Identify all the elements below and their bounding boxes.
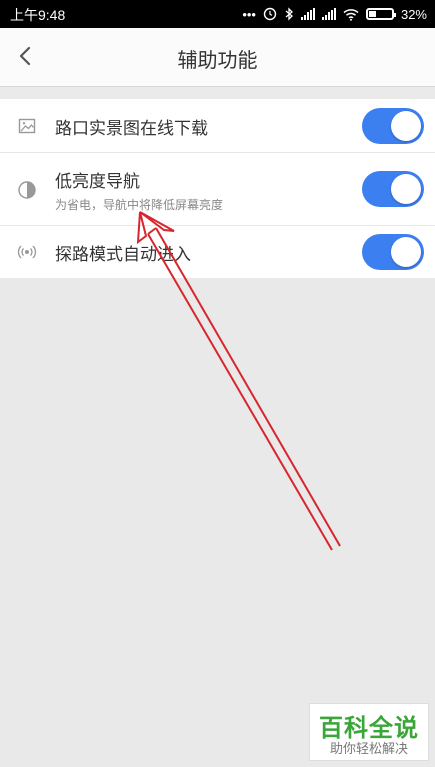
more-dots-icon: ••• [242, 6, 256, 22]
section-gap [0, 87, 435, 99]
watermark-logo: 百科全说 助你轻松解决 [309, 703, 429, 761]
broadcast-icon [17, 245, 37, 259]
signal-icon [300, 8, 315, 20]
image-icon [18, 118, 36, 134]
toggle-switch[interactable] [362, 171, 424, 207]
signal-icon [321, 8, 336, 20]
bluetooth-icon [285, 7, 293, 21]
header-bar: 辅助功能 [0, 28, 435, 87]
setting-row-crossing-image[interactable]: 路口实景图在线下载 [0, 99, 435, 153]
toggle-knob [391, 111, 421, 141]
setting-row-explore-mode[interactable]: 探路模式自动进入 [0, 226, 435, 278]
setting-row-low-brightness[interactable]: 低亮度导航 为省电，导航中将降低屏幕亮度 [0, 153, 435, 226]
status-icons: ••• 32% [242, 4, 427, 24]
watermark-sub: 助你轻松解决 [329, 742, 408, 757]
wifi-icon [343, 8, 359, 21]
battery-percent: 32% [400, 6, 427, 22]
status-bar: 上午9:48 ••• 32% [0, 0, 435, 28]
toggle-knob [391, 174, 421, 204]
setting-title: 路口实景图在线下载 [55, 119, 208, 139]
toggle-switch[interactable] [362, 234, 424, 270]
page-title: 辅助功能 [177, 48, 258, 72]
setting-subtitle: 为省电，导航中将降低屏幕亮度 [55, 198, 224, 212]
setting-title: 探路模式自动进入 [55, 245, 191, 265]
contrast-icon [18, 181, 36, 199]
battery-icon [365, 8, 396, 20]
alarm-icon [263, 7, 277, 21]
setting-title: 低亮度导航 [55, 172, 140, 192]
settings-list: 路口实景图在线下载 低亮度导航 为省电，导航中将降低屏幕亮度 探路模式自动进入 [0, 99, 435, 278]
toggle-switch[interactable] [362, 108, 424, 144]
status-time: 上午9:48 [10, 7, 66, 23]
toggle-knob [391, 237, 421, 267]
